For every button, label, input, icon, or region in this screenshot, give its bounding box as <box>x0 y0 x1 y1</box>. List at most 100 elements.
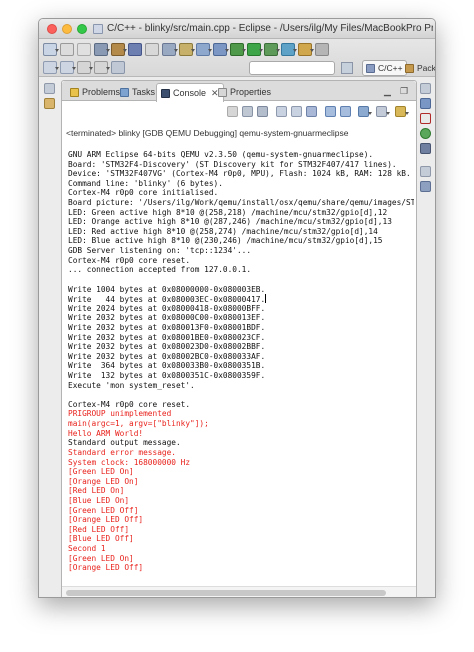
horizontal-scrollbar[interactable] <box>62 586 416 597</box>
new-icon[interactable] <box>43 42 59 56</box>
new-type-icon[interactable] <box>213 42 229 56</box>
console-line-text: System clock: 168000000 Hz <box>68 457 191 467</box>
perspective-packs-button[interactable]: Packs <box>402 60 436 76</box>
console-line-text: LED: Green active high 8*10 @(258,218) /… <box>68 207 388 217</box>
console-line-text: Hello ARM World! <box>68 428 144 438</box>
packs-perspective-icon <box>405 63 414 73</box>
console-line: [Green LED On] <box>68 467 414 477</box>
display-console-icon[interactable] <box>376 106 390 117</box>
close-window-button[interactable] <box>47 24 57 34</box>
run-icon[interactable] <box>247 42 263 56</box>
quick-access-field[interactable] <box>249 61 335 75</box>
maximize-view-icon[interactable]: ❐ <box>400 86 408 97</box>
console-line: [Blue LED Off] <box>68 534 414 544</box>
previous-annotation-icon[interactable] <box>60 60 76 74</box>
console-line: Standard output message. <box>68 438 414 448</box>
console-output[interactable]: GNU ARM Eclipse 64-bits QEMU v2.3.50 (qe… <box>68 150 414 584</box>
window-title: C/C++ - blinky/src/main.cpp - Eclipse - … <box>107 23 433 34</box>
save-icon[interactable] <box>60 42 74 56</box>
back-icon[interactable] <box>77 60 93 74</box>
perspective-cpp-button[interactable]: C/C++ <box>362 60 407 76</box>
tab-label: Console <box>173 88 207 98</box>
console-line: [Red LED Off] <box>68 525 414 535</box>
console-line: Execute 'mon system_reset'. <box>68 381 414 391</box>
outline-icon[interactable] <box>419 98 431 109</box>
console-line: GNU ARM Eclipse 64-bits QEMU v2.3.50 (qe… <box>68 150 414 160</box>
debug-bug-icon[interactable] <box>230 42 246 56</box>
console-panel: Problems Tasks Console ✕ Properties ▁ ❐ <box>61 80 417 597</box>
right-trim-stack <box>417 79 433 219</box>
tasks-icon <box>120 87 129 97</box>
open-console-icon[interactable] <box>395 106 409 117</box>
console-line: main(argc=1, argv=["blinky"]); <box>68 419 414 429</box>
clear-console-icon[interactable] <box>276 106 287 117</box>
tab-properties[interactable]: Properties <box>214 83 275 101</box>
console-line: Write 364 bytes at 0x080033B0-0x0800351B… <box>68 361 414 371</box>
project-explorer-icon[interactable] <box>43 98 55 109</box>
console-line: [Blue LED On] <box>68 496 414 506</box>
next-annotation-icon[interactable] <box>43 60 59 74</box>
console-line-text: LED: Red active high 8*10 @(258,274) /ma… <box>68 226 378 236</box>
console-line-text: PRIGROUP unimplemented <box>68 409 172 419</box>
minimized-view-icon[interactable] <box>419 166 431 177</box>
console-line-text: Write 2032 bytes at 0x08000C00-0x080013E… <box>68 313 266 323</box>
remove-all-icon[interactable] <box>257 106 268 117</box>
minimize-window-button[interactable] <box>62 24 72 34</box>
word-wrap-icon[interactable] <box>306 106 317 117</box>
console-line: Write 2032 bytes at 0x080013F0-0x08001BD… <box>68 323 414 333</box>
tab-label: Properties <box>230 87 272 97</box>
open-perspective-icon[interactable] <box>341 62 353 74</box>
registers-icon[interactable] <box>419 143 431 154</box>
open-folder-icon[interactable] <box>298 42 314 56</box>
console-line-text: Command line: 'blinky' (6 bytes). <box>68 178 223 188</box>
console-line-text: Write 2032 bytes at 0x080023D0-0x08002BB… <box>68 342 266 352</box>
pin-editor-icon[interactable] <box>111 60 125 74</box>
zoom-window-button[interactable] <box>77 24 87 34</box>
new-folder-icon[interactable] <box>179 42 195 56</box>
eclipse-window: C/C++ - blinky/src/main.cpp - Eclipse - … <box>38 18 436 598</box>
green-circle-icon[interactable] <box>419 128 431 139</box>
forward-icon[interactable] <box>94 60 110 74</box>
show-stderr-icon[interactable] <box>340 106 351 117</box>
console-line-text: Standard error message. <box>68 447 176 457</box>
debug-settings-icon[interactable] <box>94 42 110 56</box>
minimize-view-icon[interactable]: ▁ <box>384 86 391 97</box>
console-line-text: Second 1 <box>68 543 106 553</box>
perspective-packs-label: Packs <box>417 63 436 73</box>
pin-console-icon[interactable] <box>358 106 372 117</box>
terminate-icon[interactable] <box>227 106 238 117</box>
memory-view-icon[interactable] <box>419 181 431 192</box>
console-line: ... connection accepted from 127.0.0.1. <box>68 265 414 275</box>
console-line: LED: Green active high 8*10 @(258,218) /… <box>68 208 414 218</box>
build-hammer-icon[interactable] <box>111 42 127 56</box>
new-file-icon[interactable] <box>196 42 212 56</box>
title-bar[interactable]: C/C++ - blinky/src/main.cpp - Eclipse - … <box>39 19 435 39</box>
console-line: Write 2032 bytes at 0x08000C00-0x080013E… <box>68 313 414 323</box>
search-icon[interactable] <box>128 42 142 56</box>
scrollbar-thumb[interactable] <box>66 590 386 596</box>
search-refs-icon[interactable] <box>315 42 329 56</box>
pdf-document-icon[interactable] <box>419 113 431 124</box>
console-line: Write 44 bytes at 0x080003EC-0x08000417. <box>68 294 414 304</box>
remove-launch-icon[interactable] <box>242 106 253 117</box>
print-icon[interactable] <box>77 42 91 56</box>
console-line: Hello ARM World! <box>68 429 414 439</box>
new-class-icon[interactable] <box>162 42 178 56</box>
main-toolbar: C/C++ Packs <box>39 39 435 77</box>
external-tools-icon[interactable] <box>264 42 280 56</box>
console-line: GDB Server listening on: 'tcp::1234'... <box>68 246 414 256</box>
tab-tasks[interactable]: Tasks <box>116 83 159 101</box>
open-type-icon[interactable] <box>281 42 297 56</box>
cpp-perspective-icon <box>366 63 375 73</box>
show-stdout-icon[interactable] <box>325 106 336 117</box>
restore-view-icon[interactable] <box>43 83 55 94</box>
console-line-text: Write 132 bytes at 0x0800351C-0x0800359F… <box>68 371 266 381</box>
restore-view-icon-right[interactable] <box>419 83 431 94</box>
terminal-icon[interactable] <box>145 42 159 56</box>
scroll-lock-icon[interactable] <box>291 106 302 117</box>
console-line-text: [Orange LED On] <box>68 476 139 486</box>
console-line-text: [Red LED On] <box>68 486 125 496</box>
console-line-text: [Green LED On] <box>68 467 134 477</box>
console-line: Standard error message. <box>68 448 414 458</box>
